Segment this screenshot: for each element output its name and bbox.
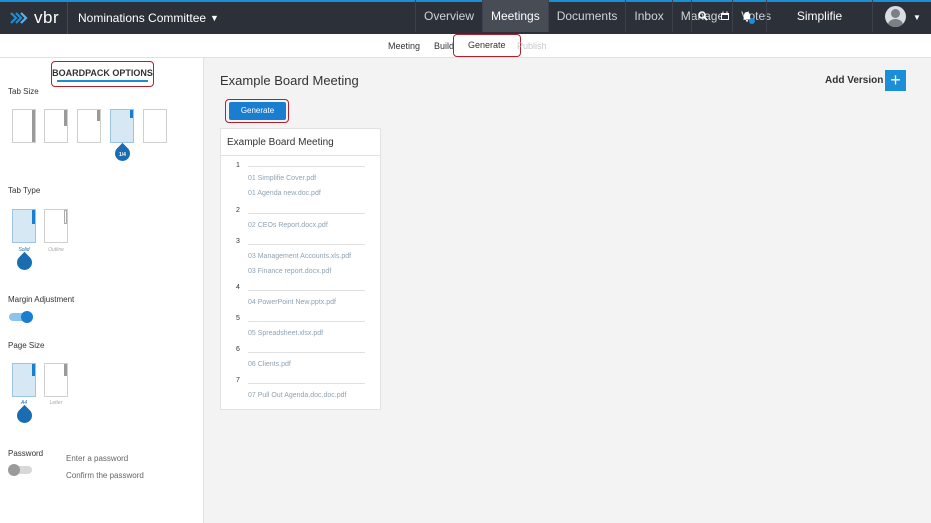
agenda-item-divider (248, 244, 365, 245)
agenda-item-number: 1 (236, 162, 240, 169)
password-label: Password (8, 449, 44, 458)
agenda-item-number: 4 (236, 284, 240, 291)
agenda-file-link[interactable]: 02 CEOs Report.docx.pdf (248, 222, 328, 229)
options-title-text: BOARDPACK OPTIONS (52, 68, 153, 78)
divider (221, 155, 380, 156)
tab-type-solid[interactable] (12, 209, 36, 243)
tab-generate[interactable]: Generate (453, 34, 521, 57)
page-size-letter-label: Letter (49, 400, 63, 406)
agenda-file-link[interactable]: 01 Agenda new.doc.pdf (248, 190, 321, 197)
agenda-item-divider (248, 352, 365, 353)
agenda-item-number: 2 (236, 207, 240, 214)
add-version-label[interactable]: Add Version (825, 75, 883, 86)
calendar-icon[interactable] (714, 0, 736, 32)
tab-publish: Publish (517, 41, 547, 51)
agenda-file-link[interactable]: 06 Clients.pdf (248, 361, 291, 368)
tab-size-none[interactable] (143, 109, 167, 143)
margin-adjustment-toggle[interactable] (9, 311, 33, 323)
generate-button[interactable]: Generate (229, 102, 286, 120)
tab-size-third[interactable] (77, 109, 101, 143)
boardpack-options-panel: BOARDPACK OPTIONS Tab Size 1/4 Tab Type … (0, 58, 204, 523)
agenda-file-link[interactable]: 01 Simplifie Cover.pdf (248, 175, 316, 182)
notification-dot (749, 18, 755, 24)
add-version-button[interactable]: + (885, 70, 906, 91)
meeting-subtabs: Meeting Build Generate Publish (0, 34, 931, 58)
page-size-letter[interactable] (44, 363, 68, 397)
caret-down-icon[interactable]: ▼ (913, 13, 921, 22)
agenda-file-link[interactable]: 05 Spreadsheet.xlsx.pdf (248, 330, 323, 337)
nav-item-documents[interactable]: Documents (547, 0, 626, 32)
agenda-file-link[interactable]: 07 Pull Out Agenda.doc.doc.pdf (248, 392, 346, 399)
chevron-down-icon: ▼ (210, 13, 219, 23)
committee-label: Nominations Committee (78, 11, 207, 25)
password-toggle[interactable] (8, 464, 32, 476)
agenda-file-link[interactable]: 04 PowerPoint New.pptx.pdf (248, 299, 336, 306)
tab-type-label: Tab Type (8, 186, 41, 195)
tab-size-label: Tab Size (8, 87, 39, 96)
agenda-item-number: 3 (236, 238, 240, 245)
card-title: Example Board Meeting (227, 137, 334, 148)
boardpack-options-title: BOARDPACK OPTIONS (51, 61, 154, 87)
user-name[interactable]: Simplifie (766, 0, 873, 32)
agenda-item-divider (248, 166, 365, 167)
selected-drop-marker-icon (13, 251, 36, 274)
agenda-item-number: 6 (236, 346, 240, 353)
agenda-item-number: 5 (236, 315, 240, 322)
nav-item-inbox[interactable]: Inbox (625, 0, 671, 32)
nav-item-overview[interactable]: Overview (415, 0, 482, 32)
agenda-item-divider (248, 213, 365, 214)
tab-size-value: 1/4 (119, 152, 126, 158)
tab-size-quarter[interactable] (110, 109, 134, 143)
bell-icon[interactable] (736, 0, 758, 32)
tab-meeting[interactable]: Meeting (388, 34, 420, 58)
toggle-knob (8, 464, 20, 476)
meeting-agenda-card: Example Board Meeting 1 01 Simplifie Cove… (220, 128, 381, 410)
title-underline (57, 80, 148, 82)
agenda-file-link[interactable]: 03 Management Accounts.xls.pdf (248, 253, 351, 260)
agenda-item-divider (248, 383, 365, 384)
page-title: Example Board Meeting (220, 73, 359, 88)
tab-size-half[interactable] (44, 109, 68, 143)
confirm-password-field[interactable]: Confirm the password (66, 471, 144, 480)
selected-drop-marker-icon (13, 404, 36, 427)
page-size-a4[interactable] (12, 363, 36, 397)
committee-selector[interactable]: Nominations Committee ▼ (68, 11, 219, 25)
nav-icon-group (691, 0, 758, 32)
logo-text: vbr (34, 8, 60, 27)
search-icon[interactable] (692, 0, 714, 32)
nav-item-meetings[interactable]: Meetings (482, 0, 548, 32)
agenda-item-divider (248, 321, 365, 322)
margin-adjustment-label: Margin Adjustment (8, 295, 75, 304)
page-size-label: Page Size (8, 341, 45, 350)
tab-type-outline[interactable] (44, 209, 68, 243)
agenda-file-link[interactable]: 03 Finance report.docx.pdf (248, 268, 331, 275)
tab-build[interactable]: Build (434, 34, 454, 58)
logo-icon (10, 12, 28, 24)
agenda-item-number: 7 (236, 377, 240, 384)
tab-type-outline-label: Outline (48, 247, 64, 253)
toggle-knob (21, 311, 33, 323)
vbr-logo[interactable]: vbr (0, 2, 68, 34)
avatar[interactable] (885, 6, 906, 27)
agenda-item-divider (248, 290, 365, 291)
tab-size-full[interactable] (12, 109, 36, 143)
password-field[interactable]: Enter a password (66, 454, 128, 463)
